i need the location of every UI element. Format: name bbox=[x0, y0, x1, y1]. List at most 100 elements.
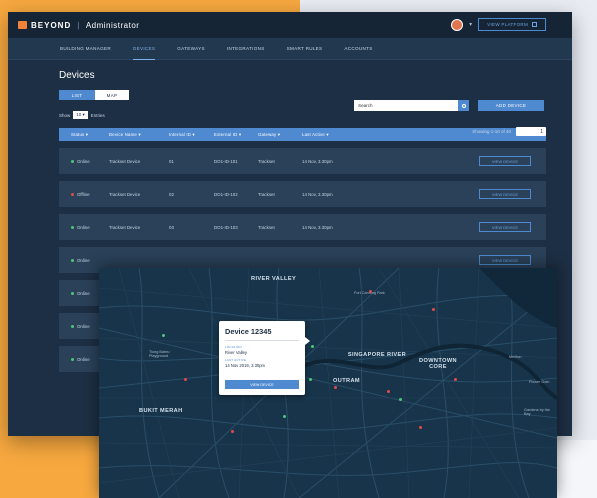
logo-separator: | bbox=[77, 20, 80, 30]
device-popup: Device 12345 LOCATION River Valley LAST … bbox=[219, 321, 310, 395]
view-device-button[interactable]: VIEW DEVICE bbox=[479, 222, 531, 232]
device-marker[interactable] bbox=[311, 345, 314, 348]
page-number: 1 bbox=[540, 128, 543, 135]
last-active-cell: 14 Nov, 3.30pm bbox=[302, 224, 333, 230]
page-select[interactable]: 1 bbox=[516, 127, 546, 136]
device-marker[interactable] bbox=[309, 378, 312, 381]
showing-text: Showing 1-10 of 40 bbox=[472, 129, 511, 134]
device-marker[interactable] bbox=[454, 378, 457, 381]
nav-building-manager[interactable]: BUILDING MANAGER bbox=[60, 38, 111, 60]
popup-view-device-button[interactable]: VIEW DEVICE bbox=[225, 380, 299, 389]
header-last-active[interactable]: Last Active ▾ bbox=[302, 132, 362, 138]
main-nav: BUILDING MANAGER DEVICES GATEWAYS INTEGR… bbox=[8, 38, 572, 60]
nav-accounts[interactable]: ACCOUNTS bbox=[344, 38, 372, 60]
page-title: Devices bbox=[59, 70, 95, 81]
device-marker[interactable] bbox=[283, 415, 286, 418]
section-name: Administrator bbox=[85, 20, 140, 30]
nav-integrations[interactable]: INTEGRATIONS bbox=[227, 38, 265, 60]
status-cell: Online bbox=[71, 159, 109, 164]
avatar[interactable] bbox=[451, 18, 464, 31]
table-row[interactable]: Online Trackset Device 03 DO1-ID-103 Tra… bbox=[59, 214, 546, 240]
header-device-name[interactable]: Device Name ▾ bbox=[109, 132, 169, 138]
logo[interactable]: BEYOND | Administrator bbox=[18, 21, 139, 30]
entries-value: 10 bbox=[76, 112, 82, 117]
search-bar: Search bbox=[354, 100, 469, 111]
search-input[interactable]: Search bbox=[354, 100, 458, 111]
device-marker[interactable] bbox=[184, 378, 187, 381]
search-icon bbox=[461, 103, 466, 108]
table-row[interactable]: Offline Trackset Device 02 DO1-ID-102 Tr… bbox=[59, 181, 546, 207]
view-device-button[interactable]: VIEW DEVICE bbox=[479, 255, 531, 265]
last-active-cell: 14 Nov, 3.30pm bbox=[302, 158, 333, 164]
map-label-flower-dome: Flower Dom bbox=[529, 380, 550, 384]
status-cell: Online bbox=[71, 258, 109, 263]
header-internal-id[interactable]: Internal ID ▾ bbox=[169, 132, 214, 138]
header-external-id[interactable]: External ID ▾ bbox=[214, 132, 258, 138]
pagination: Showing 1-10 of 40 1 bbox=[472, 127, 546, 136]
online-dot-icon bbox=[71, 291, 74, 295]
map-label-river-valley: RIVER VALLEY bbox=[251, 276, 297, 282]
entries-select[interactable]: 10 ▾ bbox=[73, 111, 88, 119]
online-dot-icon bbox=[71, 357, 74, 361]
toggle-map[interactable]: MAP bbox=[95, 90, 129, 100]
device-marker[interactable] bbox=[419, 426, 422, 429]
map-label-singapore-river: SINGAPORE RIVER bbox=[347, 352, 407, 358]
topbar-right: ▾ VIEW PLATFORM bbox=[451, 18, 546, 31]
show-label: Show bbox=[59, 112, 71, 118]
popup-last-active-value: 14 Nov 2019, 3.30pm bbox=[225, 363, 266, 368]
map-label-tiong-bahru: Tiong Bahru Playground bbox=[149, 350, 170, 358]
map-label-merlion: Merlion bbox=[509, 355, 522, 359]
logo-icon bbox=[18, 21, 27, 29]
nav-devices[interactable]: DEVICES bbox=[133, 38, 156, 60]
device-name-cell: Trackset Device bbox=[109, 158, 141, 164]
offline-dot-icon bbox=[71, 192, 74, 196]
header-status[interactable]: Status ▾ bbox=[71, 132, 109, 138]
top-bar: BEYOND | Administrator ▾ VIEW PLATFORM bbox=[8, 12, 572, 38]
view-device-button[interactable]: VIEW DEVICE bbox=[479, 156, 531, 166]
view-platform-button[interactable]: VIEW PLATFORM bbox=[478, 18, 546, 31]
device-name-cell: Trackset Device bbox=[109, 224, 141, 230]
map-label-downtown-core: DOWNTOWN CORE bbox=[419, 358, 457, 370]
device-marker[interactable] bbox=[387, 390, 390, 393]
map-label-outram: OUTRAM bbox=[333, 378, 360, 384]
internal-id-cell: 02 bbox=[169, 191, 174, 197]
external-id-cell: DO1-ID-102 bbox=[214, 191, 238, 197]
search-button[interactable] bbox=[458, 100, 469, 111]
device-marker[interactable] bbox=[162, 334, 165, 337]
chevron-down-icon[interactable]: ▾ bbox=[469, 21, 472, 28]
online-dot-icon bbox=[71, 324, 74, 328]
online-dot-icon bbox=[71, 258, 74, 262]
online-dot-icon bbox=[71, 225, 74, 229]
device-marker[interactable] bbox=[399, 398, 402, 401]
popup-location-value: River Valley bbox=[225, 350, 248, 355]
device-marker[interactable] bbox=[432, 308, 435, 311]
popup-divider bbox=[225, 340, 299, 341]
nav-smart-rules[interactable]: SMART RULES bbox=[287, 38, 323, 60]
nav-gateways[interactable]: GATEWAYS bbox=[177, 38, 205, 60]
header-gateway[interactable]: Gateway ▾ bbox=[258, 132, 302, 138]
device-map[interactable]: RIVER VALLEY Fort Canning Park SINGAPORE… bbox=[99, 268, 557, 498]
device-marker[interactable] bbox=[369, 290, 372, 293]
add-device-button[interactable]: ADD DEVICE bbox=[478, 100, 544, 111]
gateway-cell: Trackset bbox=[258, 158, 275, 164]
popup-last-active-label: LAST ACTIVE bbox=[225, 358, 247, 362]
background-orange-bottom bbox=[0, 440, 100, 498]
status-cell: Offline bbox=[71, 192, 109, 197]
device-marker[interactable] bbox=[334, 386, 337, 389]
gateway-cell: Trackset bbox=[258, 191, 275, 197]
map-label-gardens: Gardens by the Bay bbox=[524, 408, 550, 416]
external-id-cell: DO1-ID-101 bbox=[214, 158, 238, 164]
device-marker[interactable] bbox=[231, 430, 234, 433]
external-id-cell: DO1-ID-103 bbox=[214, 224, 238, 230]
map-label-bukit-merah: BUKIT MERAH bbox=[139, 408, 183, 414]
internal-id-cell: 03 bbox=[169, 224, 174, 230]
toggle-list[interactable]: LIST bbox=[59, 90, 95, 100]
map-label-fort-canning: Fort Canning Park bbox=[354, 291, 385, 295]
table-row[interactable]: Online Trackset Device 01 DO1-ID-101 Tra… bbox=[59, 148, 546, 174]
view-platform-label: VIEW PLATFORM bbox=[487, 22, 528, 27]
map-roads bbox=[99, 268, 557, 498]
last-active-cell: 14 Nov, 3.30pm bbox=[302, 191, 333, 197]
view-toggle: LIST MAP bbox=[59, 90, 129, 100]
status-cell: Online bbox=[71, 225, 109, 230]
view-device-button[interactable]: VIEW DEVICE bbox=[479, 189, 531, 199]
